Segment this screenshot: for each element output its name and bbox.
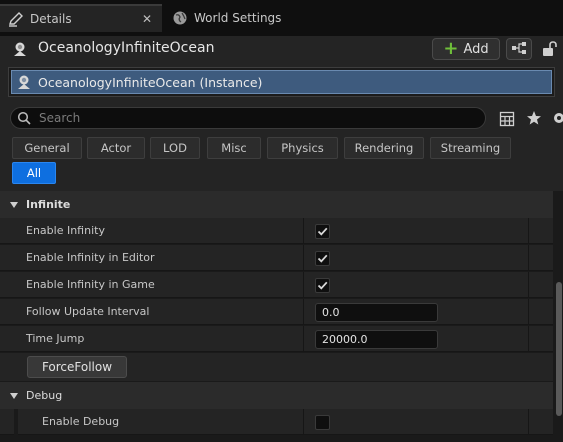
property-row-enable-infinity-game: Enable Infinity in Game xyxy=(0,272,553,298)
column-divider xyxy=(528,326,529,352)
tab-world-settings-label: World Settings xyxy=(194,11,282,25)
chevron-down-icon xyxy=(10,392,18,399)
details-panel: OceanologyInfiniteOcean + Add Oceanology… xyxy=(0,36,563,442)
component-item-label: OceanologyInfiniteOcean (Instance) xyxy=(38,74,263,90)
check-icon xyxy=(317,227,328,236)
scrollbar-thumb[interactable] xyxy=(556,282,562,416)
actor-name: OceanologyInfiniteOcean xyxy=(38,40,215,56)
property-name: Follow Update Interval xyxy=(26,305,150,318)
indent-guide xyxy=(14,409,18,435)
enable-infinity-checkbox[interactable] xyxy=(315,224,330,239)
actor-icon xyxy=(12,41,28,57)
column-divider xyxy=(528,272,529,298)
filter-all[interactable]: All xyxy=(12,162,56,184)
add-button-label: Add xyxy=(463,41,489,57)
property-name: Enable Debug xyxy=(42,415,120,428)
search-box[interactable] xyxy=(10,107,486,129)
search-input[interactable] xyxy=(39,111,459,125)
check-icon xyxy=(317,281,328,290)
column-divider xyxy=(303,272,304,298)
property-name: Enable Infinity in Game xyxy=(26,278,155,291)
blueprint-button[interactable] xyxy=(506,38,532,60)
details-pencil-icon xyxy=(8,11,24,27)
filter-lod[interactable]: LOD xyxy=(150,137,200,159)
category-debug[interactable]: Debug xyxy=(0,382,553,409)
tab-details-label: Details xyxy=(30,12,72,26)
property-row-follow-update-interval: Follow Update Interval 0.0 xyxy=(0,299,553,325)
enable-debug-checkbox[interactable] xyxy=(315,415,330,430)
filter-general[interactable]: General xyxy=(12,137,82,159)
enable-infinity-editor-checkbox[interactable] xyxy=(315,251,330,266)
chevron-down-icon xyxy=(10,201,18,208)
time-jump-input[interactable]: 20000.0 xyxy=(315,330,438,349)
lock-icon[interactable] xyxy=(541,40,559,58)
filter-streaming[interactable]: Streaming xyxy=(430,137,511,159)
filter-physics[interactable]: Physics xyxy=(267,137,338,159)
actor-header: OceanologyInfiniteOcean + Add xyxy=(0,36,563,64)
property-name: Time Jump xyxy=(26,332,85,345)
property-list: Infinite Enable Infinity Enable Infinity… xyxy=(0,191,553,442)
category-label: Debug xyxy=(26,389,63,402)
column-divider xyxy=(528,299,529,325)
force-follow-row: ForceFollow xyxy=(0,353,553,381)
column-divider xyxy=(303,326,304,352)
blueprint-hierarchy-icon xyxy=(511,41,527,58)
filter-rendering[interactable]: Rendering xyxy=(344,137,424,159)
gear-icon[interactable] xyxy=(551,110,563,126)
filter-misc[interactable]: Misc xyxy=(207,137,261,159)
star-icon[interactable] xyxy=(526,110,542,126)
tab-world-settings[interactable]: World Settings xyxy=(164,4,294,32)
category-infinite[interactable]: Infinite xyxy=(0,191,553,218)
enable-infinity-game-checkbox[interactable] xyxy=(315,278,330,293)
property-row-enable-debug: Enable Debug xyxy=(0,409,553,435)
check-icon xyxy=(317,254,328,263)
property-row-enable-infinity-editor: Enable Infinity in Editor xyxy=(0,245,553,271)
property-name: Enable Infinity in Editor xyxy=(26,251,155,264)
category-label: Infinite xyxy=(26,198,71,211)
close-icon[interactable]: ✕ xyxy=(142,12,152,26)
column-divider xyxy=(303,409,304,435)
tab-bar: Details ✕ World Settings xyxy=(0,0,563,36)
filter-actor[interactable]: Actor xyxy=(87,137,145,159)
component-item-instance[interactable]: OceanologyInfiniteOcean (Instance) xyxy=(11,70,552,94)
column-divider xyxy=(303,218,304,244)
property-row-time-jump: Time Jump 20000.0 xyxy=(0,326,553,352)
column-divider xyxy=(303,299,304,325)
component-tree: OceanologyInfiniteOcean (Instance) xyxy=(8,67,555,97)
column-divider xyxy=(528,245,529,271)
actor-icon xyxy=(16,74,32,90)
property-name: Enable Infinity xyxy=(26,224,105,237)
column-divider xyxy=(528,218,529,244)
plus-icon: + xyxy=(443,38,459,59)
tab-details[interactable]: Details ✕ xyxy=(0,4,162,32)
column-divider xyxy=(528,409,529,435)
column-divider xyxy=(303,245,304,271)
globe-icon xyxy=(172,10,188,26)
add-component-button[interactable]: + Add xyxy=(432,38,500,60)
search-icon xyxy=(17,111,31,125)
property-row-enable-infinity: Enable Infinity xyxy=(0,218,553,244)
property-matrix-icon[interactable] xyxy=(499,111,515,127)
follow-update-interval-input[interactable]: 0.0 xyxy=(315,303,438,322)
force-follow-button[interactable]: ForceFollow xyxy=(27,356,127,378)
